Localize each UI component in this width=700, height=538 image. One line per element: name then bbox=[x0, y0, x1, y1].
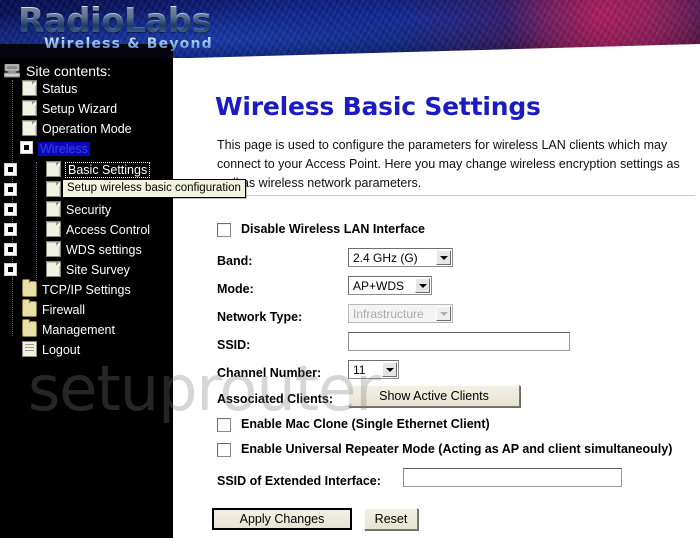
network-type-select: Infrastructure bbox=[348, 304, 453, 323]
ssid-input[interactable] bbox=[348, 332, 570, 351]
router-admin-screen: RadioLabs Wireless & Beyond Site content… bbox=[0, 0, 700, 538]
tree-expander-icon[interactable] bbox=[4, 223, 17, 236]
sidebar-item-management[interactable]: Management bbox=[22, 319, 115, 338]
page-icon bbox=[22, 100, 37, 116]
chevron-down-icon bbox=[436, 306, 451, 321]
apply-changes-button[interactable]: Apply Changes bbox=[212, 508, 352, 530]
sidebar-item-label: WDS settings bbox=[66, 243, 142, 257]
sidebar-item-access-control[interactable]: Access Control bbox=[46, 221, 150, 238]
header-banner: RadioLabs Wireless & Beyond bbox=[0, 0, 700, 58]
page-icon bbox=[46, 201, 61, 217]
channel-number-value: 11 bbox=[353, 363, 366, 377]
ssid-label: SSID: bbox=[217, 338, 251, 352]
show-active-clients-button[interactable]: Show Active Clients bbox=[348, 385, 520, 407]
ssid-extended-input[interactable] bbox=[403, 468, 622, 487]
chevron-down-icon[interactable] bbox=[382, 362, 397, 377]
sidebar-item-label: Site Survey bbox=[66, 263, 130, 277]
chevron-down-icon[interactable] bbox=[436, 250, 451, 265]
page-icon bbox=[22, 80, 37, 96]
sidebar-title: Site contents: bbox=[26, 63, 111, 79]
sidebar-item-tcpip-settings[interactable]: TCP/IP Settings bbox=[22, 279, 131, 298]
sidebar-item-site-survey[interactable]: Site Survey bbox=[46, 261, 130, 278]
mac-clone-checkbox[interactable] bbox=[217, 418, 231, 432]
brand-tagline: Wireless & Beyond bbox=[44, 36, 213, 52]
sidebar-item-label: Setup Wizard bbox=[42, 102, 118, 116]
page-icon bbox=[46, 221, 61, 237]
band-label: Band: bbox=[217, 254, 253, 268]
mode-label: Mode: bbox=[217, 282, 254, 296]
sidebar-item-label: Wireless bbox=[38, 142, 90, 156]
reset-button[interactable]: Reset bbox=[364, 508, 418, 530]
document-icon bbox=[22, 341, 37, 357]
disable-wlan-checkbox[interactable] bbox=[217, 223, 231, 237]
sidebar-item-label: Access Control bbox=[66, 223, 151, 237]
band-select[interactable]: 2.4 GHz (G) bbox=[348, 248, 453, 267]
folder-icon bbox=[22, 319, 37, 337]
universal-repeater-checkbox[interactable] bbox=[217, 443, 231, 457]
page-description: This page is used to configure the param… bbox=[217, 138, 680, 190]
folder-icon bbox=[22, 299, 37, 317]
sidebar-item-label: Operation Mode bbox=[42, 122, 132, 136]
tree-expander-icon[interactable] bbox=[4, 203, 17, 216]
brand-logo: RadioLabs bbox=[18, 1, 212, 41]
tree-expander-icon[interactable] bbox=[4, 183, 17, 196]
universal-repeater-label: Enable Universal Repeater Mode (Acting a… bbox=[241, 442, 673, 456]
sidebar-item-operation-mode[interactable]: Operation Mode bbox=[22, 120, 132, 137]
channel-number-select[interactable]: 11 bbox=[348, 360, 399, 379]
tree-expander-icon[interactable] bbox=[4, 243, 17, 256]
sidebar-navigation: Site contents: Status Setup Wizard Opera… bbox=[0, 58, 173, 538]
sidebar-item-label: Status bbox=[42, 82, 78, 96]
sidebar-item-basic-settings[interactable]: Basic Settings bbox=[46, 161, 151, 178]
network-type-label: Network Type: bbox=[217, 310, 303, 324]
page-icon bbox=[22, 120, 37, 136]
sidebar-item-setup-wizard[interactable]: Setup Wizard bbox=[22, 100, 117, 117]
sidebar-item-wds-settings[interactable]: WDS settings bbox=[46, 241, 142, 258]
tree-branch-line bbox=[36, 162, 37, 280]
channel-number-label: Channel Number: bbox=[217, 366, 322, 380]
sidebar-item-label: Management bbox=[42, 323, 115, 337]
mac-clone-label: Enable Mac Clone (Single Ethernet Client… bbox=[241, 417, 490, 431]
sidebar-item-label: Security bbox=[66, 203, 112, 217]
tree-expander-icon[interactable] bbox=[4, 163, 17, 176]
sidebar-item-logout[interactable]: Logout bbox=[22, 341, 80, 358]
sidebar-item-label: Basic Settings bbox=[64, 162, 151, 178]
mode-select[interactable]: AP+WDS bbox=[348, 276, 432, 295]
ssid-extended-label: SSID of Extended Interface: bbox=[217, 474, 381, 488]
section-divider bbox=[211, 195, 695, 196]
band-value: 2.4 GHz (G) bbox=[353, 251, 418, 265]
sidebar-item-security[interactable]: Security bbox=[46, 201, 111, 218]
chevron-down-icon[interactable] bbox=[415, 278, 430, 293]
tree-expander-icon[interactable] bbox=[4, 263, 17, 276]
network-type-value: Infrastructure bbox=[353, 307, 424, 321]
sidebar-item-label: Firewall bbox=[42, 303, 86, 317]
sidebar-item-wireless[interactable]: Wireless bbox=[20, 141, 90, 158]
page-icon bbox=[46, 241, 61, 257]
disable-wlan-label: Disable Wireless LAN Interface bbox=[241, 222, 425, 236]
main-content: Wireless Basic Settings This page is use… bbox=[173, 58, 700, 538]
tooltip: Setup wireless basic configuration bbox=[62, 179, 246, 198]
sidebar-item-status[interactable]: Status bbox=[22, 80, 77, 97]
mode-value: AP+WDS bbox=[353, 279, 405, 293]
tree-expander-icon[interactable] bbox=[20, 141, 33, 154]
page-icon bbox=[46, 181, 61, 197]
associated-clients-label: Associated Clients: bbox=[217, 392, 334, 406]
page-icon bbox=[46, 261, 61, 277]
sidebar-item-firewall[interactable]: Firewall bbox=[22, 299, 86, 318]
sidebar-item-label: TCP/IP Settings bbox=[42, 283, 131, 297]
page-icon bbox=[46, 161, 61, 177]
computer-icon bbox=[4, 64, 20, 78]
page-title: Wireless Basic Settings bbox=[215, 92, 541, 121]
sidebar-item-label: Logout bbox=[42, 343, 81, 357]
folder-icon bbox=[22, 279, 37, 297]
